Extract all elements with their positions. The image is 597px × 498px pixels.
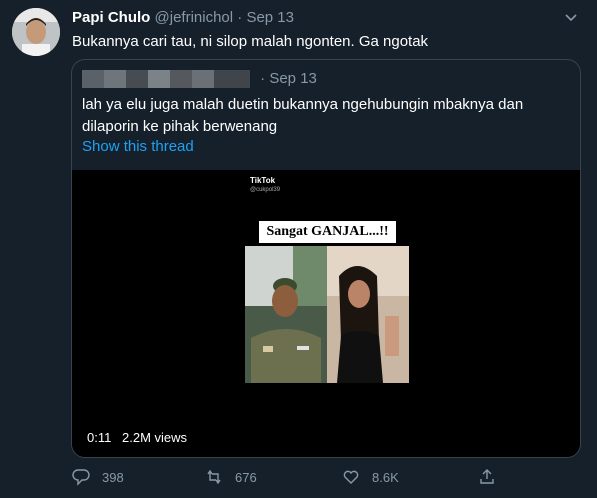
video-view-count: 2.2M views	[122, 430, 188, 445]
tiktok-username: @cukpol39	[250, 187, 281, 193]
heart-icon	[343, 470, 359, 484]
show-thread-link[interactable]: Show this thread	[82, 138, 194, 155]
share-icon	[480, 469, 494, 484]
share-button[interactable]	[478, 466, 508, 488]
video-timestamp: 0:11	[87, 430, 112, 445]
chevron-down-icon[interactable]	[563, 10, 579, 26]
quoted-tweet[interactable]: · Sep 13 lah ya elu juga malah duetin bu…	[71, 59, 581, 458]
quoted-tweet-text: lah ya elu juga malah duetin bukannya ng…	[82, 96, 524, 135]
like-count: 8.6K	[372, 469, 399, 485]
tweet[interactable]: Papi Chulo @jefrinichol · Sep 13 Bukanny…	[0, 0, 597, 498]
tiktok-logo: TikTok	[250, 176, 276, 185]
avatar[interactable]	[12, 8, 60, 56]
tweet-header: Papi Chulo @jefrinichol · Sep 13	[72, 9, 294, 26]
tweet-text: Bukannya cari tau, ni silop malah ngonte…	[72, 33, 429, 50]
reply-count: 398	[102, 469, 124, 485]
like-button[interactable]: 8.6K	[342, 466, 399, 488]
user-handle[interactable]: @jefrinichol	[155, 9, 234, 26]
video-frame-woman	[327, 246, 409, 383]
redacted-author	[82, 70, 250, 89]
retweet-button[interactable]: 676	[205, 466, 257, 488]
quoted-tweet-header: · Sep 13	[82, 70, 317, 89]
reply-button[interactable]: 398	[72, 466, 124, 488]
video-frame-officer	[245, 246, 327, 383]
tweet-actions: 398 676 8.6K	[72, 466, 494, 488]
avatar-image	[12, 8, 60, 56]
retweet-count: 676	[235, 469, 257, 485]
display-name[interactable]: Papi Chulo	[72, 9, 150, 26]
retweet-icon	[207, 469, 221, 485]
quoted-tweet-date[interactable]: · Sep 13	[260, 70, 317, 87]
separator-dot: ·	[237, 9, 243, 26]
tweet-date[interactable]: Sep 13	[246, 9, 294, 26]
video-banner-text: Sangat GANJAL...!!	[259, 221, 396, 243]
video-player[interactable]: TikTok @cukpol39 Sangat GANJAL...!! 0:11…	[72, 170, 580, 457]
reply-icon	[72, 469, 90, 486]
